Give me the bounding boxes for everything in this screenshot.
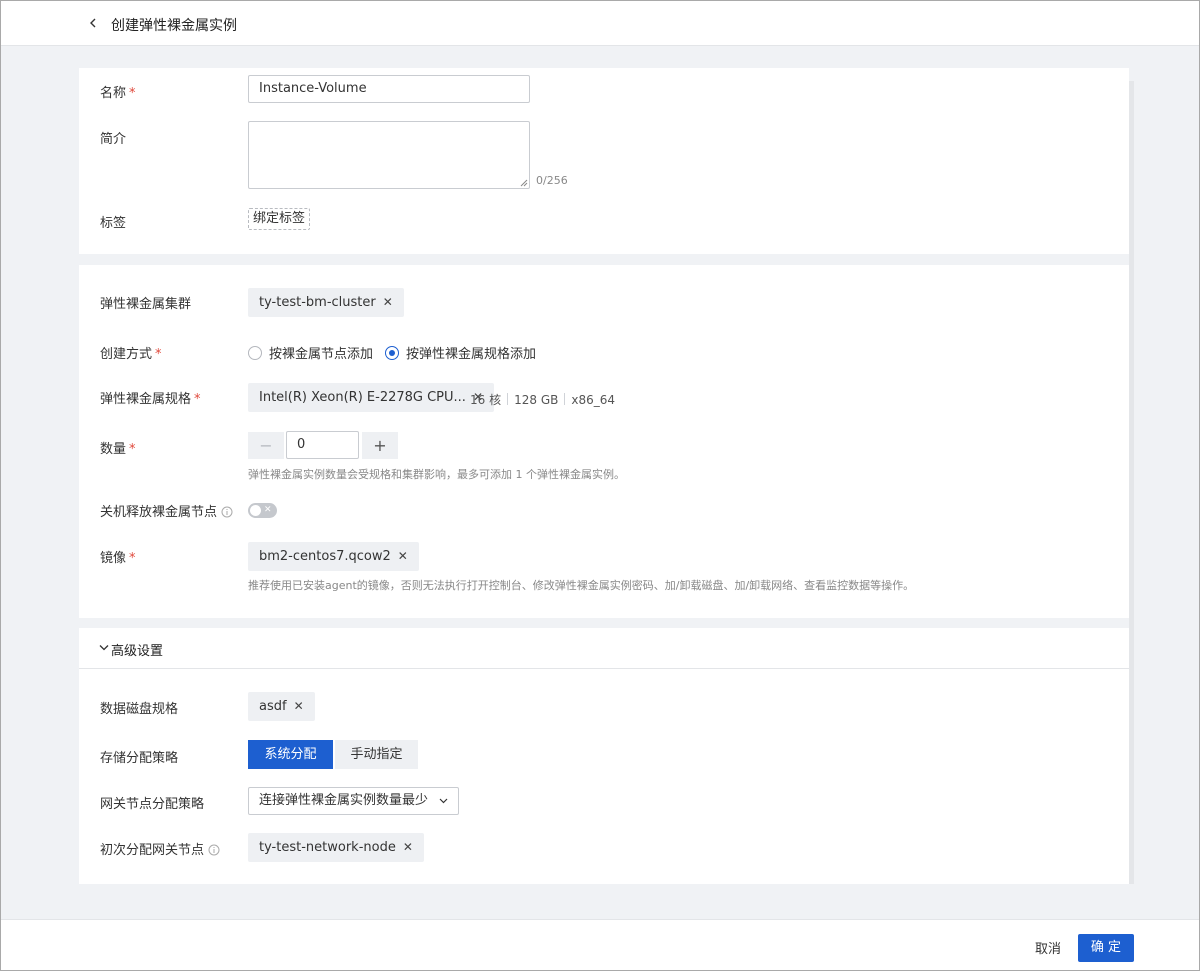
disk-spec-tag-label: asdf	[259, 699, 287, 714]
page-title: 创建弹性裸金属实例	[111, 18, 237, 34]
quantity-hint: 弹性裸金属实例数量会受规格和集群影响，最多可添加 1 个弹性裸金属实例。	[248, 468, 625, 481]
quantity-decrement-button[interactable]: −	[248, 432, 284, 459]
gateway-policy-label: 网关节点分配策略	[100, 797, 205, 812]
description-label: 简介	[100, 132, 127, 147]
image-hint: 推荐使用已安装agent的镜像，否则无法执行打开控制台、修改弹性裸金属实例密码、…	[248, 579, 915, 592]
cluster-label: 弹性裸金属集群	[100, 297, 192, 312]
advanced-settings-card: 高级设置 数据磁盘规格 asdf ✕ 存储分配策略 系统分配 手动指定 网关节点分…	[79, 628, 1129, 884]
toggle-off-icon: ✕	[264, 505, 272, 515]
top-bar: 创建弹性裸金属实例	[1, 1, 1199, 46]
confirm-button[interactable]: 确 定	[1078, 934, 1134, 962]
resize-grip-icon[interactable]	[520, 179, 528, 187]
spec-tag-label: Intel(R) Xeon(R) E-2278G CPU...	[259, 390, 466, 405]
remove-icon[interactable]: ✕	[383, 295, 393, 309]
chevron-down-icon	[439, 798, 448, 804]
disk-spec-tag: asdf ✕	[248, 692, 315, 721]
toggle-knob	[250, 505, 261, 516]
quantity-label: 数量 *	[100, 442, 136, 457]
image-tag-label: bm2-centos7.qcow2	[259, 549, 391, 564]
create-method-label: 创建方式 *	[100, 347, 162, 362]
initial-gateway-tag-label: ty-test-network-node	[259, 840, 396, 855]
name-label: 名称 *	[100, 86, 136, 101]
chevron-left-icon[interactable]	[87, 15, 99, 31]
spec-meta: 16 核 128 GB x86_64	[470, 393, 615, 407]
advanced-settings-title: 高级设置	[111, 644, 164, 659]
description-textarea[interactable]	[248, 121, 530, 189]
remove-icon[interactable]: ✕	[398, 549, 408, 563]
cluster-tag-label: ty-test-bm-cluster	[259, 295, 376, 310]
name-input[interactable]: Instance-Volume	[248, 75, 530, 103]
radio-checked-icon	[385, 346, 399, 360]
footer-bar: 取消 确 定	[1, 919, 1199, 970]
radio-by-spec[interactable]: 按弹性裸金属规格添加	[385, 343, 536, 362]
config-card: 弹性裸金属集群 ty-test-bm-cluster ✕ 创建方式 * 按裸金属节点…	[79, 265, 1129, 618]
remove-icon[interactable]: ✕	[403, 840, 413, 854]
scrollbar-track[interactable]	[1129, 81, 1134, 884]
remove-icon[interactable]: ✕	[294, 699, 304, 713]
required-mark: *	[129, 442, 136, 457]
initial-gateway-label: 初次分配网关节点	[100, 839, 220, 858]
bind-tags-button[interactable]: 绑定标签	[248, 208, 311, 230]
info-icon[interactable]	[221, 506, 233, 518]
required-mark: *	[194, 392, 201, 407]
cluster-tag: ty-test-bm-cluster ✕	[248, 288, 404, 317]
storage-system-assign-button[interactable]: 系统分配	[248, 740, 333, 769]
initial-gateway-tag: ty-test-network-node ✕	[248, 833, 424, 862]
radio-by-node[interactable]: 按裸金属节点添加	[248, 343, 373, 362]
chevron-down-icon	[99, 645, 109, 651]
disk-spec-label: 数据磁盘规格	[100, 702, 179, 717]
storage-policy-label: 存储分配策略	[100, 751, 179, 766]
radio-unchecked-icon	[248, 346, 262, 360]
tags-label: 标签	[100, 216, 127, 231]
required-mark: *	[155, 347, 162, 362]
advanced-settings-toggle[interactable]: 高级设置	[79, 628, 1129, 669]
basic-info-card: 名称 * Instance-Volume 简介 0/256 标签 绑定标签	[79, 68, 1129, 254]
gateway-policy-value: 连接弹性裸金属实例数量最少	[259, 793, 429, 808]
image-label: 镜像 *	[100, 551, 136, 566]
release-node-label: 关机释放裸金属节点	[100, 501, 233, 520]
description-counter: 0/256	[536, 174, 568, 187]
spec-tag: Intel(R) Xeon(R) E-2278G CPU... ✕	[248, 383, 494, 412]
image-tag: bm2-centos7.qcow2 ✕	[248, 542, 419, 571]
required-mark: *	[129, 551, 136, 566]
info-icon[interactable]	[208, 844, 220, 856]
storage-manual-assign-button[interactable]: 手动指定	[335, 740, 418, 769]
spec-label: 弹性裸金属规格 *	[100, 392, 201, 407]
quantity-input[interactable]: 0	[286, 431, 359, 459]
app-window: 创建弹性裸金属实例 名称 * Instance-Volume 简介 0/256 标…	[1, 1, 1199, 970]
quantity-increment-button[interactable]: +	[362, 432, 398, 459]
gateway-policy-select[interactable]: 连接弹性裸金属实例数量最少	[248, 787, 459, 815]
cancel-button[interactable]: 取消	[1035, 938, 1061, 957]
release-node-toggle[interactable]: ✕	[248, 503, 277, 518]
required-mark: *	[129, 86, 136, 101]
